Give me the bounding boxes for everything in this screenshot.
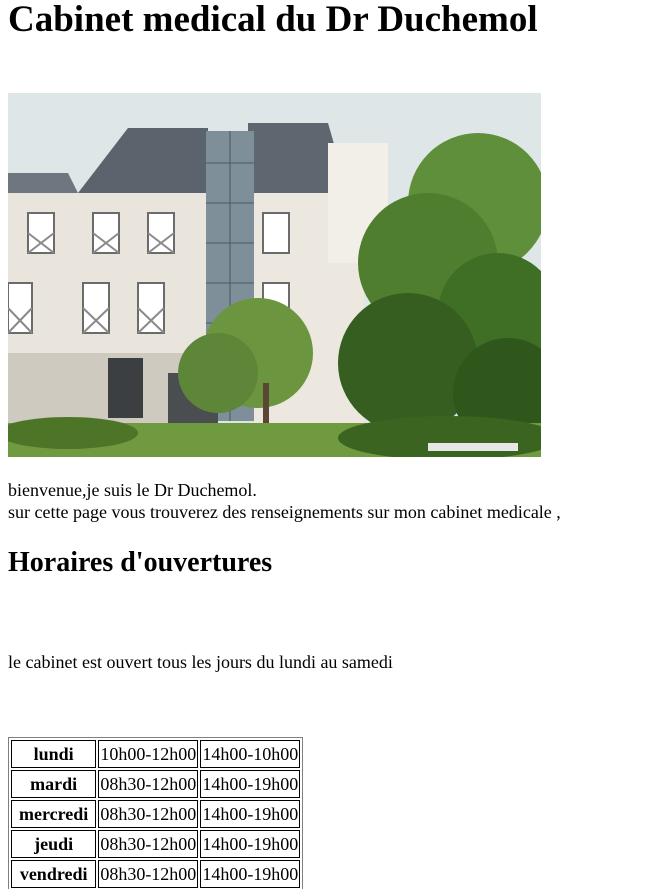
afternoon-hours-cell: 14h00-19h00 <box>200 770 301 798</box>
day-cell: mercredi <box>11 800 97 828</box>
table-row: mardi 08h30-12h00 14h00-19h00 <box>11 770 301 798</box>
afternoon-hours-cell: 14h00-10h00 <box>200 740 301 768</box>
table-row: jeudi 08h30-12h00 14h00-19h00 <box>11 830 301 858</box>
morning-hours-cell: 10h00-12h00 <box>98 740 199 768</box>
day-cell: vendredi <box>11 860 97 888</box>
day-cell: lundi <box>11 740 97 768</box>
morning-hours-cell: 08h30-12h00 <box>98 860 199 888</box>
building-illustration <box>8 93 541 457</box>
intro-line-info: sur cette page vous trouverez des rensei… <box>8 502 561 522</box>
page-title: Cabinet medical du Dr Duchemol <box>8 0 538 40</box>
afternoon-hours-cell: 14h00-19h00 <box>200 860 301 888</box>
table-row: mercredi 08h30-12h00 14h00-19h00 <box>11 800 301 828</box>
intro-text: bienvenue,je suis le Dr Duchemol. sur ce… <box>8 479 561 523</box>
table-row: lundi 10h00-12h00 14h00-10h00 <box>11 740 301 768</box>
opening-days-note: le cabinet est ouvert tous les jours du … <box>8 652 393 672</box>
afternoon-hours-cell: 14h00-19h00 <box>200 830 301 858</box>
hours-table: lundi 10h00-12h00 14h00-10h00 mardi 08h3… <box>8 737 304 889</box>
day-cell: jeudi <box>11 830 97 858</box>
morning-hours-cell: 08h30-12h00 <box>98 800 199 828</box>
hours-heading: Horaires d'ouvertures <box>8 547 273 578</box>
table-row: vendredi 08h30-12h00 14h00-19h00 <box>11 860 301 888</box>
afternoon-hours-cell: 14h00-19h00 <box>200 800 301 828</box>
morning-hours-cell: 08h30-12h00 <box>98 770 199 798</box>
building-photo <box>8 93 541 457</box>
day-cell: mardi <box>11 770 97 798</box>
intro-line-welcome: bienvenue,je suis le Dr Duchemol. <box>8 480 257 500</box>
morning-hours-cell: 08h30-12h00 <box>98 830 199 858</box>
